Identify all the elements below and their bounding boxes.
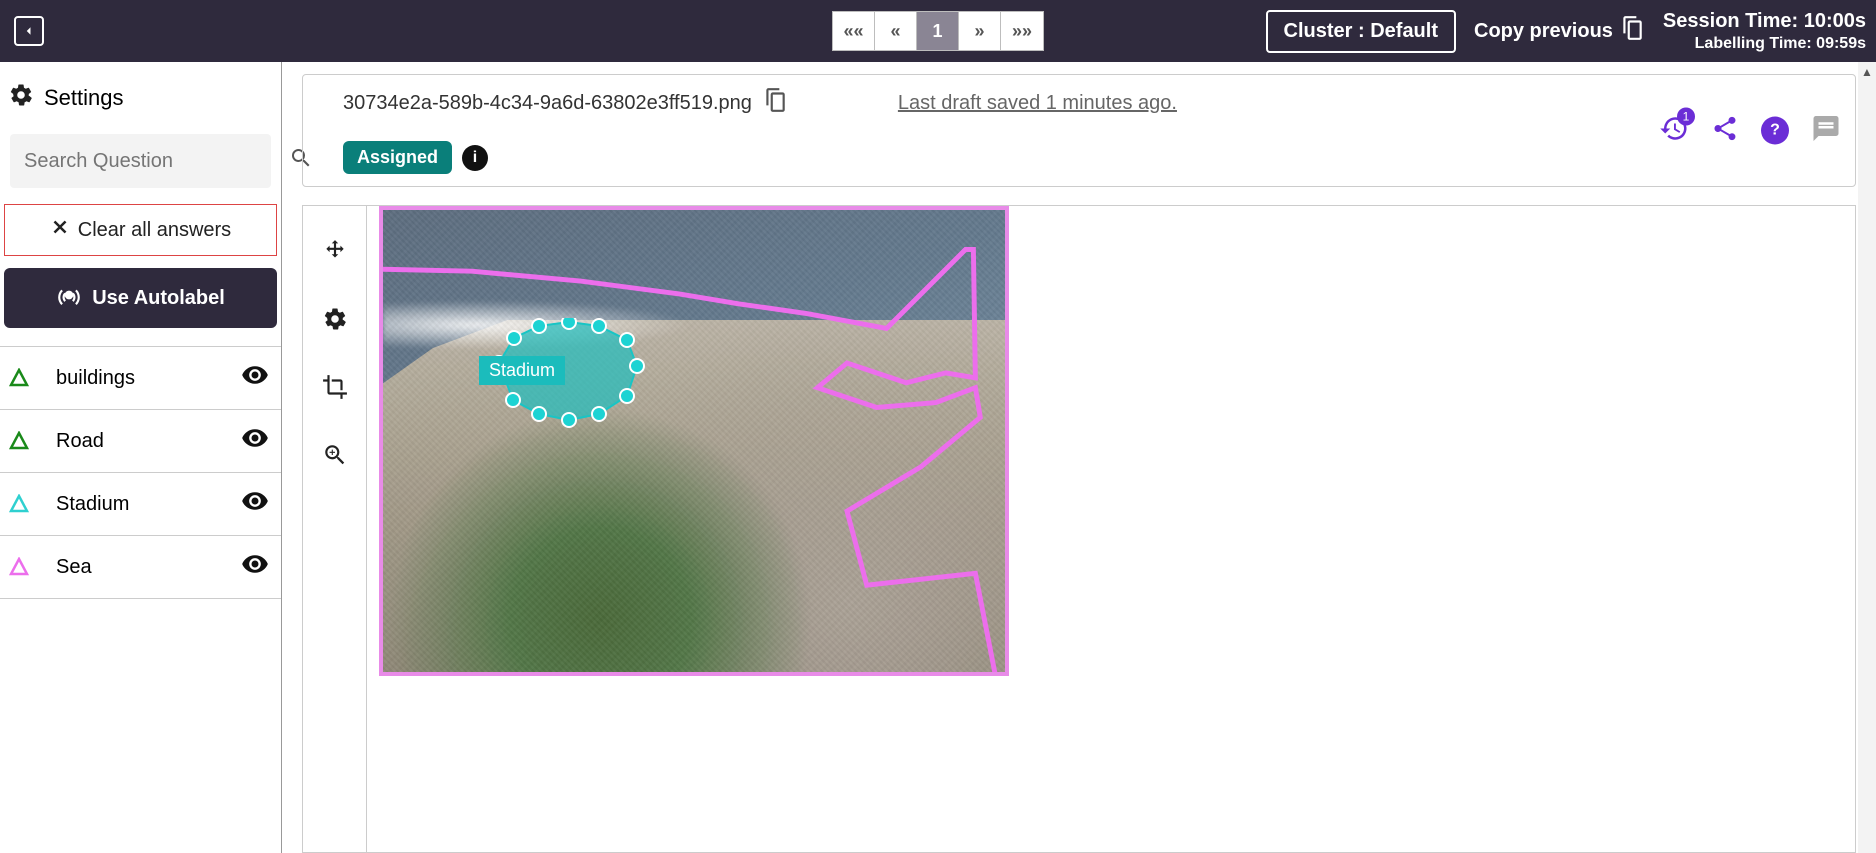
pager-current[interactable]: 1 [917,12,959,50]
class-list: buildings Road Stadium Sea [0,346,281,599]
help-button[interactable]: ? [1761,117,1789,145]
class-name: buildings [56,367,241,390]
visibility-toggle[interactable] [241,361,269,395]
file-bar: 30734e2a-589b-4c34-9a6d-63802e3ff519.png… [302,74,1856,187]
labelling-time-label: Labelling Time: [1695,35,1812,52]
class-item-stadium[interactable]: Stadium [0,473,281,536]
sidebar: Settings Clear all answers Use Autolabel… [0,62,282,853]
visibility-toggle[interactable] [241,424,269,458]
copy-icon [1619,15,1645,47]
pager-last[interactable]: »» [1001,12,1043,50]
annotated-image[interactable]: Stadium [379,206,1009,676]
clear-all-button[interactable]: Clear all answers [4,204,277,256]
autolabel-button[interactable]: Use Autolabel [4,268,277,328]
settings-tool[interactable] [320,304,350,334]
crop-tool[interactable] [320,372,350,402]
stadium-annotation-label: Stadium [479,356,565,385]
search-box[interactable] [10,134,271,188]
status-badge: Assigned [343,141,452,174]
session-time-value: 10:00s [1804,10,1866,32]
share-button[interactable] [1711,114,1739,147]
pager: «« « 1 » »» [832,11,1044,51]
pager-prev[interactable]: « [875,12,917,50]
search-input[interactable] [24,150,289,173]
vertical-scrollbar[interactable]: ▲ [1858,62,1876,853]
settings-label: Settings [44,85,124,111]
move-tool[interactable] [320,236,350,266]
triangle-icon [8,430,30,452]
class-name: Stadium [56,493,241,516]
file-actions: 1 ? [1659,113,1841,148]
copy-previous-label: Copy previous [1474,20,1613,43]
pager-first[interactable]: «« [833,12,875,50]
history-button[interactable]: 1 [1659,113,1689,148]
draft-saved-link[interactable]: Last draft saved 1 minutes ago. [898,92,1177,115]
topbar: «« « 1 » »» Cluster : Default Copy previ… [0,0,1876,62]
timers: Session Time: 10:00s Labelling Time: 09:… [1663,10,1866,53]
clear-all-label: Clear all answers [78,219,231,242]
visibility-toggle[interactable] [241,487,269,521]
cluster-button[interactable]: Cluster : Default [1266,10,1456,53]
zoom-tool[interactable] [320,440,350,470]
history-badge-count: 1 [1677,107,1695,125]
triangle-icon [8,556,30,578]
class-name: Sea [56,556,241,579]
settings-heading: Settings [0,82,281,134]
tool-strip [302,205,366,853]
satellite-backdrop [383,210,1005,672]
class-item-sea[interactable]: Sea [0,536,281,599]
triangle-icon [8,367,30,389]
gear-icon [8,82,34,114]
copy-previous-button[interactable]: Copy previous [1474,15,1645,47]
class-name: Road [56,430,241,453]
broadcast-icon [56,282,82,314]
info-icon[interactable]: i [462,145,488,171]
scroll-up-icon: ▲ [1858,62,1876,82]
file-name: 30734e2a-589b-4c34-9a6d-63802e3ff519.png [343,92,752,115]
comment-button[interactable] [1811,113,1841,148]
triangle-icon [8,493,30,515]
session-time-label: Session Time: [1663,10,1798,32]
app-logo-button[interactable] [14,16,44,46]
autolabel-label: Use Autolabel [92,287,225,310]
pager-next[interactable]: » [959,12,1001,50]
main-area: 30734e2a-589b-4c34-9a6d-63802e3ff519.png… [282,62,1876,853]
visibility-toggle[interactable] [241,550,269,584]
labelling-time-value: 09:59s [1816,35,1866,52]
copy-filename-button[interactable] [762,87,788,119]
image-canvas[interactable]: Stadium [366,205,1856,853]
class-item-buildings[interactable]: buildings [0,347,281,410]
class-item-road[interactable]: Road [0,410,281,473]
close-icon [50,217,70,243]
